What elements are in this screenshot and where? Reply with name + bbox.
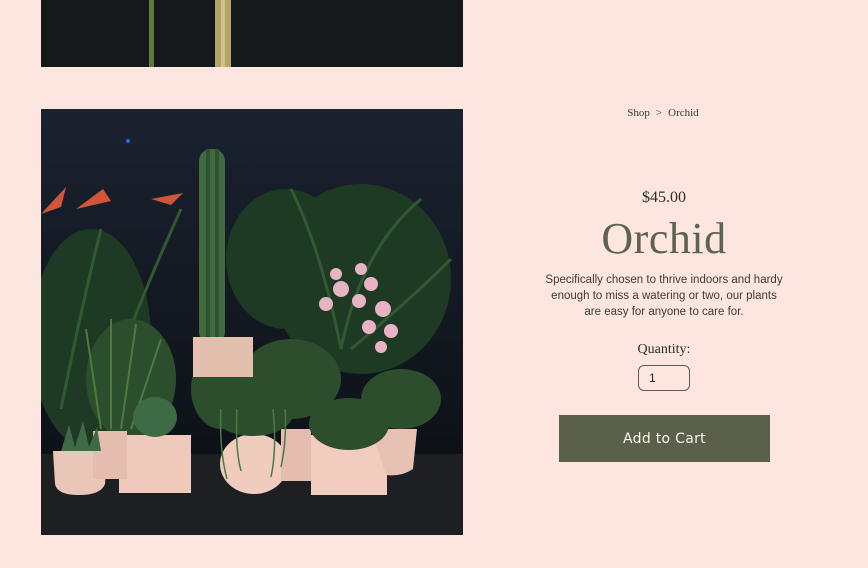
product-price: $45.00	[642, 189, 686, 206]
product-photo	[41, 109, 463, 535]
add-to-cart-button[interactable]: Add to Cart	[559, 415, 770, 462]
breadcrumb-shop-link[interactable]: Shop	[627, 107, 650, 119]
previous-product-photo	[41, 0, 463, 67]
product-details: Shop > Orchid $45.00 Orchid Specifically c…	[463, 0, 868, 568]
product-title: Orchid	[601, 214, 727, 263]
breadcrumb-separator: >	[655, 107, 663, 119]
product-description: Specifically chosen to thrive indoors an…	[545, 274, 783, 318]
quantity-input[interactable]	[638, 365, 690, 391]
quantity-label: Quantity:	[637, 342, 691, 357]
breadcrumb: Shop > Orchid	[463, 107, 863, 119]
breadcrumb-current: Orchid	[668, 107, 699, 119]
